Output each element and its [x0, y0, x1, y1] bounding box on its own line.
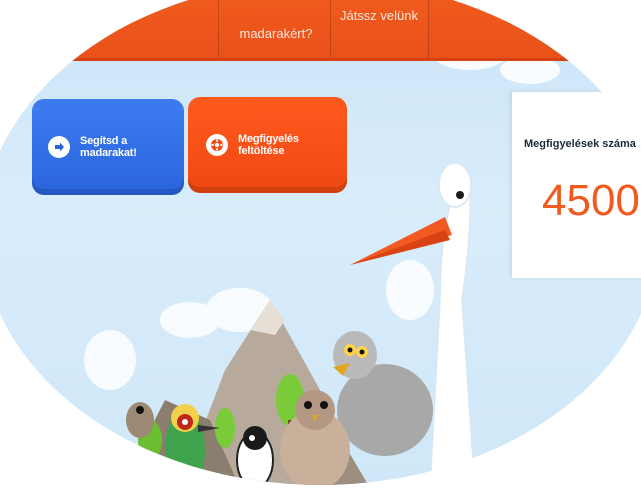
small-bird-illustration — [126, 402, 154, 438]
page-viewport: madarakért? Játssz velünk Segítsd a mada… — [0, 0, 641, 485]
cloud-group — [84, 30, 560, 390]
observation-counter-label: Megfigyelések száma — [524, 138, 636, 150]
upload-observation-label: Megfigyelés feltöltése — [238, 133, 299, 157]
camera-aperture-icon — [206, 134, 228, 156]
nav-divider — [428, 0, 429, 58]
upload-observation-button[interactable]: Megfigyelés feltöltése — [188, 97, 347, 193]
nav-item-birds-line1 — [226, 10, 326, 26]
help-birds-label: Segítsd a madarakat! — [80, 135, 137, 159]
observation-counter-value: 4500 — [542, 176, 640, 225]
observation-counter-panel: Megfigyelések száma 4500 — [512, 92, 641, 278]
nav-item-birds-line2: madarakért? — [239, 26, 313, 41]
top-navigation: madarakért? Játssz velünk — [0, 0, 641, 61]
nav-divider — [218, 0, 219, 58]
arrow-right-icon — [48, 136, 70, 158]
nav-item-birds[interactable]: madarakért? — [226, 10, 326, 41]
help-birds-button[interactable]: Segítsd a madarakat! — [32, 99, 184, 195]
nav-item-play-label: Játssz velünk — [339, 8, 419, 23]
hero-scene: madarakért? Játssz velünk Segítsd a mada… — [0, 0, 641, 485]
nav-item-play[interactable]: Játssz velünk — [334, 8, 424, 24]
nav-divider — [330, 0, 331, 58]
